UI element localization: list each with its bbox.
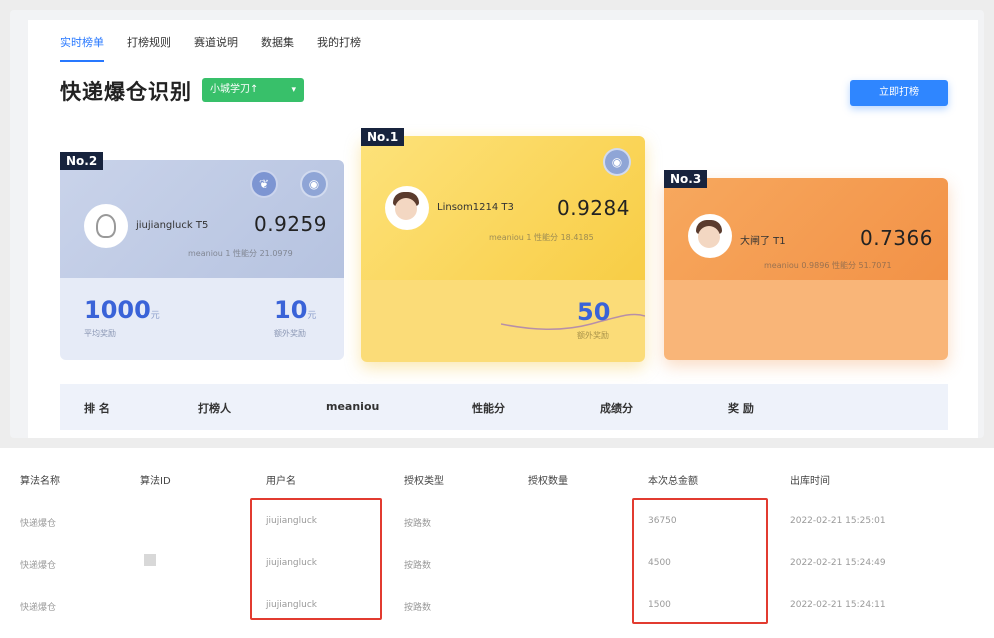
reward-amount-value: 1000	[84, 296, 151, 324]
algo-id-thumbnail	[144, 554, 156, 566]
th-rank: 排 名	[84, 402, 110, 415]
podium-card-first[interactable]: ◉ Linsom1214 T3 0.9284 meaniou 1 性能分 18.…	[361, 136, 645, 362]
col-algo-id: 算法ID	[140, 476, 171, 487]
rank-tag-2: No.2	[60, 152, 104, 170]
th-submitter: 打榜人	[198, 402, 231, 415]
tab-my-submissions[interactable]: 我的打榜	[317, 34, 361, 62]
reward-amount-second: 1000元	[84, 296, 160, 324]
th-reward: 奖 励	[728, 402, 754, 415]
meta-second: meaniou 1 性能分 21.0979	[188, 249, 293, 258]
col-license-type: 授权类型	[404, 476, 444, 487]
row2-type: 按路数	[404, 561, 432, 571]
score-first: 0.9284	[557, 196, 630, 220]
extra-label-second: 额外奖励	[274, 329, 306, 338]
ranking-table-header: 排 名 打榜人 meaniou 性能分 成绩分 奖 励	[60, 384, 948, 430]
th-performance: 性能分	[472, 402, 505, 415]
tab-live-ranking[interactable]: 实时榜单	[60, 34, 104, 62]
avatar-third	[688, 214, 732, 258]
th-meaniou: meaniou	[326, 400, 380, 413]
podium-card-second[interactable]: ❦ ◉ jiujiangluck T5 0.9259 meaniou 1 性能分…	[60, 160, 344, 360]
tab-bar: 实时榜单 打榜规则 赛道说明 数据集 我的打榜	[60, 34, 384, 62]
username-first: Linsom1214 T3	[437, 202, 514, 213]
col-username: 用户名	[266, 476, 296, 487]
tab-dataset[interactable]: 数据集	[261, 34, 294, 62]
username-second: jiujiangluck T5	[136, 220, 209, 231]
extra-label-first: 额外奖励	[577, 331, 609, 340]
th-grade: 成绩分	[600, 402, 633, 415]
reward-label-second: 平均奖励	[84, 329, 116, 338]
reward-amount-unit: 元	[150, 311, 160, 321]
row1-time: 2022-02-21 15:25:01	[790, 516, 886, 526]
rank-tag-1: No.1	[361, 128, 405, 146]
page-title: 快递爆仓识别	[60, 80, 192, 104]
col-algo-name: 算法名称	[20, 476, 60, 487]
meta-third: meaniou 0.9896 性能分 51.7071	[764, 261, 892, 270]
medal-badge-icon: ◉	[300, 170, 328, 198]
tab-track-info[interactable]: 赛道说明	[194, 34, 238, 62]
col-time: 出库时间	[790, 476, 830, 487]
col-license-count: 授权数量	[528, 476, 568, 487]
extra-amount-unit: 元	[307, 311, 317, 321]
row3-time: 2022-02-21 15:24:11	[790, 600, 886, 610]
order-table: 算法名称 算法ID 用户名 授权类型 授权数量 本次总金额 出库时间 快递爆仓 …	[0, 448, 994, 638]
rank-tag-3: No.3	[664, 170, 708, 188]
avatar-first	[385, 186, 429, 230]
medal-badge-icon: ◉	[603, 148, 631, 176]
extra-amount-value: 10	[274, 296, 308, 324]
username-highlight-box	[250, 498, 382, 620]
extra-amount-first: 50	[577, 298, 611, 326]
track-select[interactable]: 小城学刀↑ ▾	[202, 78, 304, 102]
col-total-amount: 本次总金额	[648, 476, 698, 487]
row1-algo: 快递爆仓	[20, 519, 57, 529]
meta-first: meaniou 1 性能分 18.4185	[489, 233, 594, 242]
track-select-value: 小城学刀↑	[210, 84, 259, 95]
tab-rules[interactable]: 打榜规则	[127, 34, 171, 62]
score-second: 0.9259	[254, 212, 327, 236]
row3-algo: 快递爆仓	[20, 603, 57, 613]
podium-card-third[interactable]: 大闸了 T1 0.7366 meaniou 0.9896 性能分 51.7071	[664, 178, 948, 360]
join-ranking-button[interactable]: 立即打榜	[850, 80, 948, 106]
amount-highlight-box	[632, 498, 768, 624]
leaf-badge-icon: ❦	[250, 170, 278, 198]
decorative-wave	[501, 313, 645, 330]
row1-type: 按路数	[404, 519, 432, 529]
username-third: 大闸了 T1	[740, 236, 786, 247]
row2-time: 2022-02-21 15:24:49	[790, 558, 886, 568]
row3-type: 按路数	[404, 603, 432, 613]
row2-algo: 快递爆仓	[20, 561, 57, 571]
extra-amount-second: 10元	[274, 296, 316, 324]
avatar-second	[84, 204, 128, 248]
score-third: 0.7366	[860, 226, 933, 250]
chevron-down-icon: ▾	[291, 85, 296, 95]
